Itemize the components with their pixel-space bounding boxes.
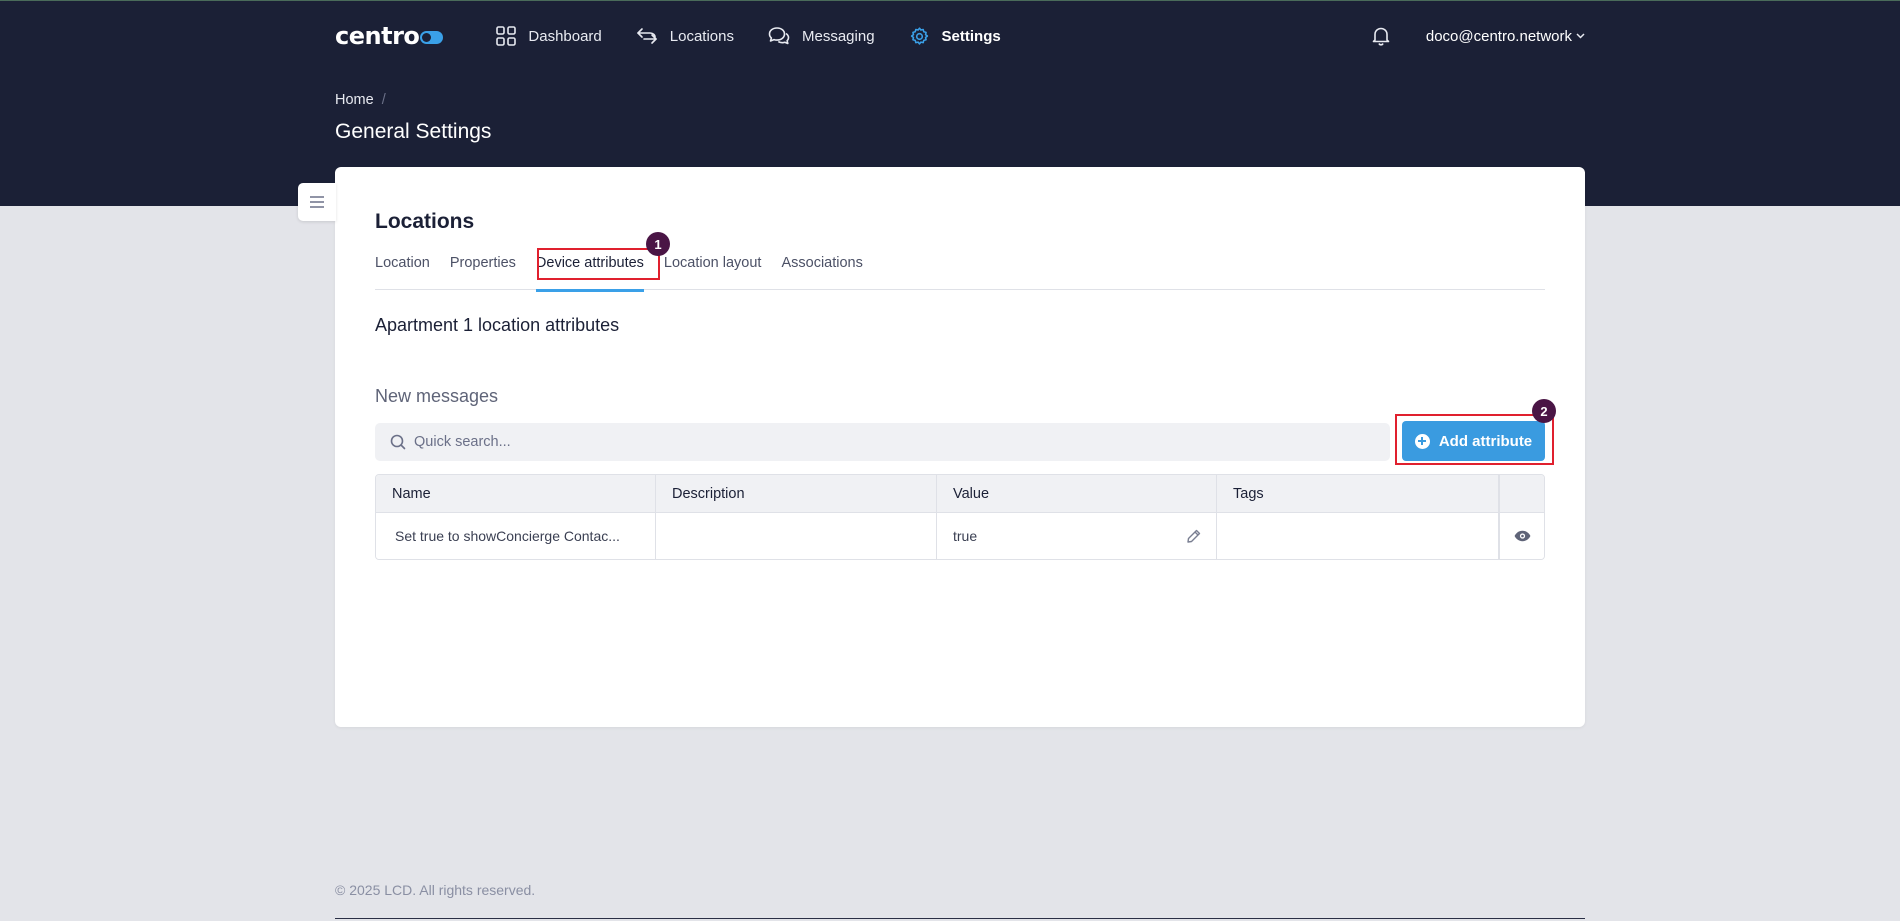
add-attribute-button[interactable]: Add attribute <box>1402 421 1545 461</box>
table-row[interactable]: Set true to showConcierge Contac... true <box>376 513 1544 559</box>
nav-dashboard[interactable]: Dashboard <box>496 26 602 46</box>
chat-bubbles-icon <box>768 27 790 45</box>
nav-locations[interactable]: Locations <box>636 27 734 45</box>
bottom-divider <box>335 918 1585 919</box>
card-title: Locations <box>375 210 475 233</box>
cell-description <box>656 513 937 559</box>
column-header-tags[interactable]: Tags <box>1217 475 1499 512</box>
quick-search <box>375 423 1390 461</box>
cell-name: Set true to showConcierge Contac... <box>376 513 656 559</box>
logo-toggle-mark <box>420 31 444 44</box>
nav-dashboard-label: Dashboard <box>528 27 602 45</box>
nav-settings[interactable]: Settings <box>909 26 1001 47</box>
tab-location[interactable]: Location <box>375 255 430 290</box>
bell-icon <box>1372 27 1390 46</box>
breadcrumb: Home / <box>335 92 386 108</box>
cell-value-text: true <box>953 528 978 544</box>
gear-icon <box>910 26 928 45</box>
annotation-badge-1: 1 <box>646 232 670 256</box>
logo[interactable]: centro <box>335 22 444 50</box>
section-label: New messages <box>375 386 499 406</box>
breadcrumb-separator: / <box>381 92 386 108</box>
annotation-badge-2: 2 <box>1532 399 1556 423</box>
nav-messaging-label: Messaging <box>802 27 875 45</box>
logo-text: centro <box>335 22 420 50</box>
column-header-name[interactable]: Name <box>376 475 656 512</box>
sidebar-toggle-button[interactable] <box>298 183 336 221</box>
location-attributes-heading: Apartment 1 location attributes <box>375 315 620 335</box>
hamburger-menu-icon <box>310 196 324 208</box>
nav-settings-label: Settings <box>941 27 1001 45</box>
nav-right-group: doco@centro.network <box>1372 26 1585 46</box>
search-input[interactable] <box>414 434 1374 450</box>
tab-properties[interactable]: Properties <box>450 255 516 290</box>
notifications-button[interactable] <box>1372 26 1390 46</box>
eye-icon <box>1514 530 1530 542</box>
breadcrumb-home[interactable]: Home <box>335 92 374 108</box>
table-header-row: Name Description Value Tags <box>376 475 1544 513</box>
pencil-icon[interactable] <box>1186 528 1202 544</box>
user-email: doco@centro.network <box>1425 27 1572 45</box>
cell-value: true <box>937 513 1217 559</box>
search-icon <box>390 434 406 450</box>
nav-locations-label: Locations <box>669 27 734 45</box>
add-attribute-label: Add attribute <box>1438 432 1533 450</box>
arrows-exchange-icon <box>636 28 657 44</box>
tab-device-attributes[interactable]: Device attributes <box>535 255 644 292</box>
chevron-down-icon <box>1576 33 1585 39</box>
tab-associations[interactable]: Associations <box>781 255 862 290</box>
plus-circle-icon <box>1414 433 1430 449</box>
grid-icon <box>496 26 517 46</box>
column-header-description[interactable]: Description <box>656 475 937 512</box>
tab-bar: Location Properties Device attributes Lo… <box>375 255 1545 292</box>
column-header-actions <box>1499 475 1544 512</box>
user-menu[interactable]: doco@centro.network <box>1426 28 1585 45</box>
top-navbar: centro Dashboard Locations Messaging Set… <box>335 0 1585 72</box>
nav-messaging[interactable]: Messaging <box>768 26 875 46</box>
attributes-table: Name Description Value Tags Set true to … <box>375 474 1545 560</box>
column-header-value[interactable]: Value <box>937 475 1217 512</box>
footer-copyright: © 2025 LCD. All rights reserved. <box>335 882 536 898</box>
cell-tags <box>1217 513 1499 559</box>
view-button[interactable] <box>1499 513 1544 559</box>
page-title: General Settings <box>335 120 492 143</box>
tab-location-layout[interactable]: Location layout <box>664 255 762 290</box>
settings-card: Locations Location Properties Device att… <box>335 167 1585 727</box>
